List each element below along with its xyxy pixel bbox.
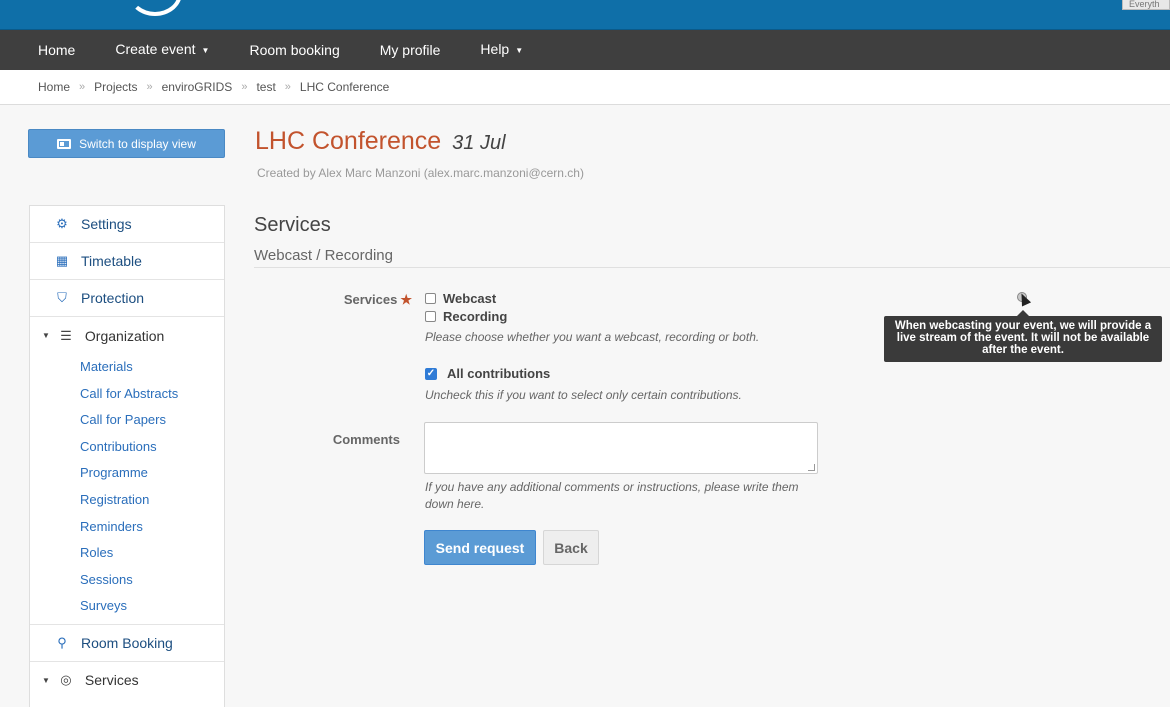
- breadcrumb-current: LHC Conference: [299, 80, 390, 94]
- services-label: Services ★: [343, 292, 412, 307]
- breadcrumb-separator: »: [79, 81, 86, 93]
- gear-icon: ⚙: [56, 216, 68, 231]
- map-pin-icon: ⚲: [57, 634, 67, 650]
- search-box[interactable]: Everyth: [1122, 0, 1170, 10]
- section-subtitle: Webcast / Recording: [254, 247, 393, 264]
- sidebar-item-room-booking[interactable]: ⚲ Room Booking: [30, 625, 224, 662]
- event-date: 31 Jul: [452, 132, 506, 154]
- event-title: LHC Conference 31 Jul: [255, 127, 506, 156]
- sidebar-item-roles[interactable]: Roles: [30, 540, 224, 567]
- webcast-option[interactable]: Webcast: [425, 291, 496, 306]
- services-help-text: Please choose whether you want a webcast…: [425, 330, 760, 344]
- required-star-icon: ★: [400, 292, 412, 307]
- webcast-tooltip: When webcasting your event, we will prov…: [884, 310, 1162, 362]
- organization-submenu: Materials Call for Abstracts Call for Pa…: [30, 354, 224, 625]
- indico-logo[interactable]: [128, 0, 182, 16]
- nav-create-event[interactable]: Create event ▼: [95, 29, 229, 70]
- management-sidebar: ⚙ Settings ▦ Timetable ⛉ Protection ▼ ☰ …: [29, 205, 225, 707]
- recording-option[interactable]: Recording: [425, 309, 507, 324]
- recording-checkbox[interactable]: [425, 311, 436, 322]
- breadcrumb: Home » Projects » enviroGRIDS » test » L…: [0, 70, 1170, 105]
- sidebar-group-services[interactable]: ▼ ◎ Services: [30, 662, 224, 699]
- sidebar-item-call-for-abstracts[interactable]: Call for Abstracts: [30, 381, 224, 408]
- all-contributions-help-text: Uncheck this if you want to select only …: [425, 388, 742, 402]
- calendar-icon: ▦: [55, 253, 69, 268]
- sidebar-item-protection[interactable]: ⛉ Protection: [30, 280, 224, 317]
- section-title: Services: [254, 214, 331, 236]
- broadcast-icon: ◎: [60, 672, 72, 688]
- sidebar-item-timetable[interactable]: ▦ Timetable: [30, 243, 224, 280]
- mouse-cursor-icon: [1016, 291, 1032, 307]
- breadcrumb-projects[interactable]: Projects: [94, 80, 137, 94]
- shield-icon: ⛉: [57, 290, 67, 305]
- all-contributions-checkbox[interactable]: ✓: [425, 367, 437, 380]
- breadcrumb-home[interactable]: Home: [38, 80, 70, 94]
- top-header: Everyth: [0, 0, 1170, 30]
- event-title-text: LHC Conference: [255, 127, 442, 155]
- comments-help-text: If you have any additional comments or i…: [425, 480, 799, 511]
- display-view-icon: [57, 138, 72, 149]
- nav-help[interactable]: Help ▼: [460, 29, 543, 70]
- chevron-down-icon: ▼: [201, 45, 210, 55]
- chevron-down-icon: ▼: [515, 45, 524, 55]
- main-navbar: Home Create event ▼ Room booking My profi…: [0, 30, 1170, 70]
- sidebar-item-call-for-papers[interactable]: Call for Papers: [30, 407, 224, 434]
- breadcrumb-envirogrids[interactable]: enviroGRIDS: [162, 80, 233, 94]
- breadcrumb-separator: »: [146, 81, 153, 93]
- comments-label: Comments: [332, 432, 400, 447]
- caret-down-icon: ▼: [42, 331, 50, 340]
- sidebar-group-organization[interactable]: ▼ ☰ Organization: [30, 317, 224, 354]
- breadcrumb-separator: »: [241, 81, 248, 93]
- caret-down-icon: ▼: [42, 675, 50, 685]
- sidebar-item-programme[interactable]: Programme: [30, 460, 224, 487]
- sidebar-item-agreements[interactable]: Agreements: [30, 699, 224, 707]
- sidebar-item-settings[interactable]: ⚙ Settings: [30, 206, 224, 243]
- sidebar-item-registration[interactable]: Registration: [30, 487, 224, 514]
- section-divider: [254, 267, 1170, 268]
- breadcrumb-separator: »: [284, 81, 291, 93]
- webcast-checkbox[interactable]: [425, 293, 436, 304]
- all-contributions-option[interactable]: ✓ All contributions: [425, 366, 550, 381]
- event-creator: Created by Alex Marc Manzoni (alex.marc.…: [257, 166, 584, 180]
- switch-display-view-button[interactable]: Switch to display view: [28, 129, 225, 158]
- nav-room-booking[interactable]: Room booking: [229, 30, 359, 70]
- sidebar-item-surveys[interactable]: Surveys: [30, 593, 224, 620]
- breadcrumb-test[interactable]: test: [256, 80, 275, 94]
- back-button[interactable]: Back: [543, 530, 599, 565]
- nav-home[interactable]: Home: [0, 30, 95, 70]
- sidebar-item-materials[interactable]: Materials: [30, 354, 224, 381]
- send-request-button[interactable]: Send request: [424, 530, 536, 565]
- comments-textarea[interactable]: [424, 422, 818, 474]
- list-icon: ☰: [60, 327, 72, 343]
- nav-my-profile[interactable]: My profile: [360, 30, 461, 70]
- sidebar-item-reminders[interactable]: Reminders: [30, 514, 224, 541]
- sidebar-item-contributions[interactable]: Contributions: [30, 434, 224, 461]
- sidebar-item-sessions[interactable]: Sessions: [30, 567, 224, 594]
